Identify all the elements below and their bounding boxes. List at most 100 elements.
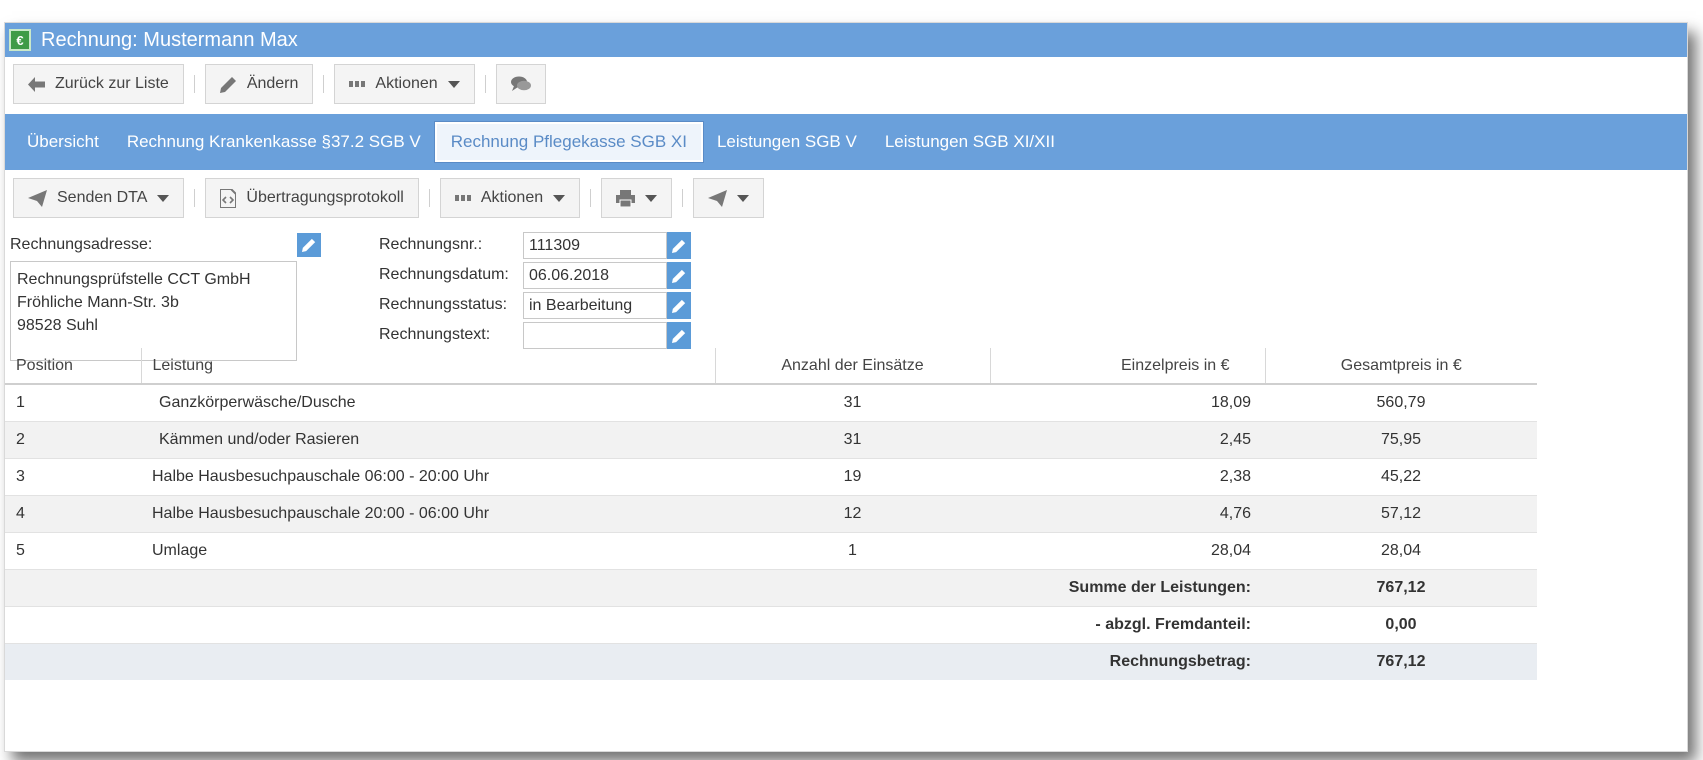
cell-service: Kämmen und/oder Rasieren (141, 420, 715, 458)
sum-label: Summe der Leistungen: (5, 568, 1265, 606)
toolbar-divider (590, 189, 592, 207)
cell-service: Halbe Hausbesuchpauschale 06:00 - 20:00 … (141, 457, 715, 495)
column-header-unit-price[interactable]: Einzelpreis in € (989, 348, 1265, 385)
table-row[interactable]: 3 Halbe Hausbesuchpauschale 06:00 - 20:0… (5, 457, 1537, 495)
column-header-service[interactable]: Leistung (140, 348, 715, 385)
edit-label: Ändern (246, 75, 299, 92)
invoice-number-label: Rechnungsnr.: (379, 236, 483, 253)
deduction-value: 0,00 (1265, 605, 1537, 643)
pencil-icon (672, 239, 686, 253)
address-line: Rechnungsprüfstelle CCT GmbH (17, 271, 251, 288)
cell-total-price: 560,79 (1265, 383, 1537, 421)
cell-unit-price: 4,76 (990, 494, 1265, 532)
cell-unit-price: 28,04 (990, 531, 1265, 569)
sum-value: 767,12 (1265, 568, 1537, 606)
caret-down-icon (645, 194, 658, 202)
invoice-number-field[interactable]: 111309 (523, 232, 667, 259)
cell-unit-price: 18,09 (990, 383, 1265, 421)
edit-invoice-text-button[interactable] (667, 322, 691, 349)
paper-plane-icon (708, 189, 728, 207)
tab-invoice-health-insurance[interactable]: Rechnung Krankenkasse §37.2 SGB V (113, 122, 435, 162)
total-row: Rechnungsbetrag: 767,12 (5, 642, 1537, 680)
cell-total-price: 28,04 (1265, 531, 1537, 569)
tab-services-sgb-xi-xii[interactable]: Leistungen SGB XI/XII (871, 122, 1069, 162)
tab-overview[interactable]: Übersicht (13, 122, 113, 162)
cell-service: Umlage (141, 531, 715, 569)
invoice-header-form: Rechnungsadresse: Rechnungsprüfstelle CC… (5, 226, 1687, 366)
cell-count: 31 (715, 383, 990, 421)
caret-down-icon (157, 194, 170, 202)
ellipsis-icon (454, 195, 471, 201)
file-code-icon (220, 188, 237, 208)
ellipsis-icon (349, 81, 366, 87)
send-dropdown[interactable] (693, 178, 765, 218)
paper-plane-icon (28, 189, 47, 207)
pencil-icon (672, 329, 686, 343)
cell-count: 12 (715, 494, 990, 532)
invoice-actions-label: Aktionen (480, 189, 544, 206)
cell-position: 2 (5, 420, 141, 458)
table-row[interactable]: 1 Ganzkörperwäsche/Dusche 31 18,09 560,7… (5, 383, 1537, 421)
cell-unit-price: 2,38 (990, 457, 1265, 495)
address-box: Rechnungsprüfstelle CCT GmbH Fröhliche M… (10, 261, 297, 361)
edit-invoice-number-button[interactable] (667, 232, 691, 259)
toolbar-divider (194, 189, 196, 207)
print-dropdown[interactable] (601, 178, 673, 218)
address-line: 98528 Suhl (17, 317, 98, 334)
table-row[interactable]: 4 Halbe Hausbesuchpauschale 20:00 - 06:0… (5, 494, 1537, 532)
invoice-text-field[interactable] (523, 322, 667, 349)
window-title: Rechnung: Mustermann Max (41, 28, 298, 51)
edit-invoice-date-button[interactable] (667, 262, 691, 289)
cell-total-price: 45,22 (1265, 457, 1537, 495)
caret-down-icon (553, 194, 566, 202)
services-table: Position Leistung Anzahl der Einsätze Ei… (5, 348, 1537, 680)
table-row[interactable]: 5 Umlage 1 28,04 28,04 (5, 531, 1537, 569)
pencil-icon (219, 76, 237, 93)
total-label: Rechnungsbetrag: (5, 642, 1265, 680)
arrow-left-icon (28, 76, 45, 92)
column-header-position[interactable]: Position (5, 348, 141, 385)
cell-service: Halbe Hausbesuchpauschale 20:00 - 06:00 … (141, 494, 715, 532)
send-dta-dropdown[interactable]: Senden DTA (13, 178, 185, 218)
back-to-list-label: Zurück zur Liste (55, 75, 169, 92)
cell-position: 5 (5, 531, 141, 569)
cell-position: 4 (5, 494, 141, 532)
tab-invoice-care-insurance[interactable]: Rechnung Pflegekasse SGB XI (433, 121, 704, 163)
cell-position: 3 (5, 457, 141, 495)
caret-down-icon (447, 80, 460, 88)
send-dta-label: Senden DTA (57, 189, 148, 206)
address-label: Rechnungsadresse: (10, 236, 153, 253)
address-line: Fröhliche Mann-Str. 3b (17, 294, 179, 311)
tab-bar: Übersicht Rechnung Krankenkasse §37.2 SG… (5, 114, 1687, 170)
printer-icon (616, 189, 636, 207)
column-header-count[interactable]: Anzahl der Einsätze (714, 348, 990, 385)
column-header-total-price[interactable]: Gesamtpreis in € (1264, 348, 1537, 385)
tab-services-sgb-v[interactable]: Leistungen SGB V (703, 122, 871, 162)
total-value: 767,12 (1265, 642, 1537, 680)
comments-button[interactable] (495, 64, 546, 104)
cell-count: 19 (715, 457, 990, 495)
toolbar-divider (484, 75, 486, 93)
actions-dropdown[interactable]: Aktionen (334, 64, 475, 104)
cell-total-price: 75,95 (1265, 420, 1537, 458)
edit-address-button[interactable] (297, 233, 321, 257)
invoice-status-field[interactable]: in Bearbeitung (523, 292, 667, 319)
toolbar-divider (323, 75, 325, 93)
invoice-actions-dropdown[interactable]: Aktionen (439, 178, 581, 218)
invoice-date-field[interactable]: 06.06.2018 (523, 262, 667, 289)
toolbar-divider (193, 75, 195, 93)
sum-row: Summe der Leistungen: 767,12 (5, 568, 1537, 606)
deduction-row: - abzgl. Fremdanteil: 0,00 (5, 605, 1537, 643)
cell-position: 1 (5, 383, 141, 421)
invoice-status-label: Rechnungsstatus: (379, 296, 508, 313)
cell-total-price: 57,12 (1265, 494, 1537, 532)
cell-count: 1 (715, 531, 990, 569)
transfer-protocol-button[interactable]: Übertragungsprotokoll (205, 178, 419, 218)
edit-button[interactable]: Ändern (204, 64, 314, 104)
back-to-list-button[interactable]: Zurück zur Liste (13, 64, 184, 104)
edit-invoice-status-button[interactable] (667, 292, 691, 319)
transfer-protocol-label: Übertragungsprotokoll (246, 189, 404, 206)
title-bar: € Rechnung: Mustermann Max (5, 23, 1687, 57)
table-row[interactable]: 2 Kämmen und/oder Rasieren 31 2,45 75,95 (5, 420, 1537, 458)
actions-label: Aktionen (375, 75, 438, 92)
